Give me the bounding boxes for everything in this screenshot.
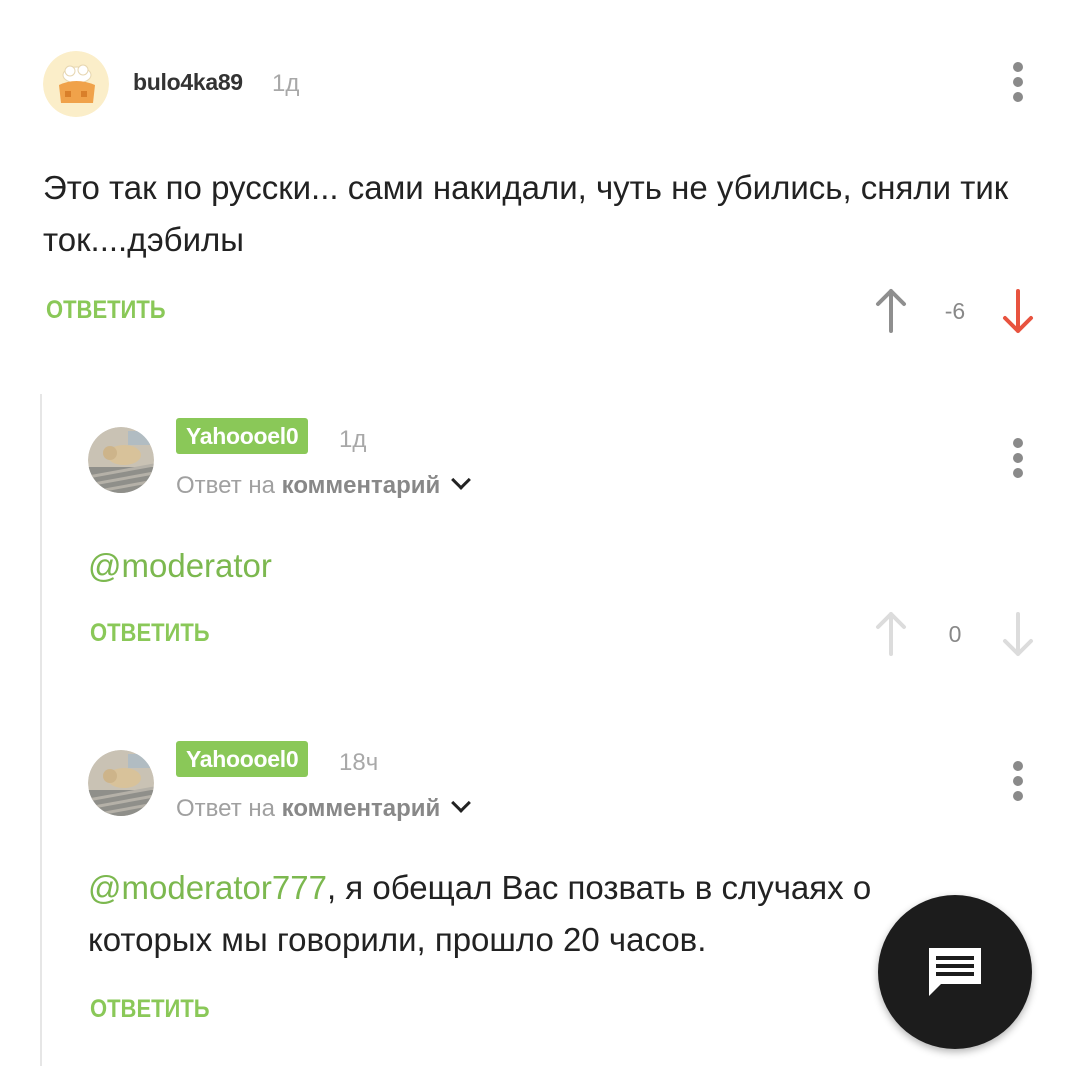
arrow-up-icon[interactable]: [874, 610, 908, 658]
comment-text: @moderator777, я обещал Вас позвать в сл…: [88, 862, 938, 966]
vote-score: -6: [944, 298, 966, 324]
reply-to-prefix: Ответ на: [176, 472, 275, 499]
arrow-down-icon[interactable]: [1001, 287, 1035, 335]
username-badge[interactable]: Yahoooel0: [176, 418, 309, 454]
chevron-down-icon[interactable]: [451, 793, 472, 813]
comment-text: @moderator: [88, 540, 1028, 592]
comment-time: 18ч: [339, 749, 379, 776]
more-vertical-icon[interactable]: [1008, 761, 1028, 805]
reply-button[interactable]: ОТВЕТИТЬ: [90, 995, 210, 1024]
avatar-image: [88, 750, 154, 816]
chevron-down-icon[interactable]: [451, 470, 472, 490]
reply-button[interactable]: ОТВЕТИТЬ: [90, 619, 210, 648]
reply-to-link[interactable]: Ответ на комментарий: [176, 793, 472, 823]
username-badge[interactable]: Yahoooel0: [176, 741, 309, 777]
avatar-image: [88, 427, 154, 493]
user-mention[interactable]: @moderator: [88, 547, 272, 584]
more-vertical-icon[interactable]: [1008, 438, 1028, 482]
avatar-image: [43, 51, 109, 117]
reply-to-prefix: Ответ на: [176, 795, 275, 822]
arrow-up-icon[interactable]: [874, 287, 908, 335]
username[interactable]: bulo4ka89: [133, 69, 243, 96]
comment-text: Это так по русски... сами накидали, чуть…: [43, 169, 1009, 258]
reply-to-target: комментарий: [281, 472, 441, 499]
more-vertical-icon[interactable]: [1008, 62, 1028, 106]
comment-time: 1д: [272, 70, 300, 97]
reply-to-target: комментарий: [281, 795, 441, 822]
comment-fab-button[interactable]: [878, 895, 1032, 1049]
user-mention[interactable]: @moderator777: [88, 869, 327, 906]
avatar[interactable]: [88, 427, 154, 493]
reply-to-link[interactable]: Ответ на комментарий: [176, 470, 472, 500]
avatar[interactable]: [88, 750, 154, 816]
vote-score: 0: [948, 621, 962, 647]
arrow-down-icon[interactable]: [1001, 610, 1035, 658]
avatar[interactable]: [43, 51, 109, 117]
reply-button[interactable]: ОТВЕТИТЬ: [46, 296, 166, 325]
comment-root: bulo4ka89 1д Это так по русски... сами н…: [0, 0, 1076, 360]
comment-icon: [929, 948, 981, 996]
comment-time: 1д: [339, 426, 367, 453]
